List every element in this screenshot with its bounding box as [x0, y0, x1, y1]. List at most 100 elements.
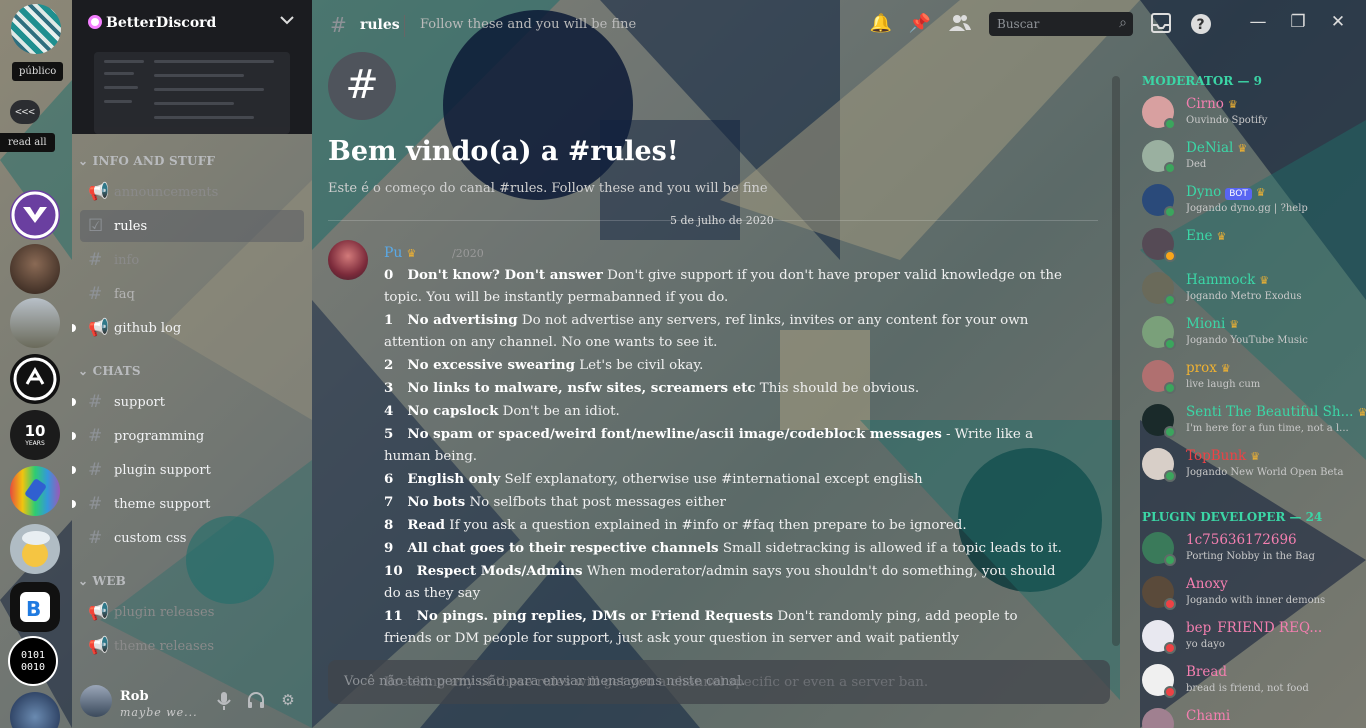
channel-info[interactable]: # info [80, 244, 304, 276]
category-label: WEB [92, 574, 127, 588]
status-indicator [1164, 118, 1176, 130]
rule-title: No links to malware, nsfw sites, screame… [407, 380, 756, 396]
home-avatar[interactable] [11, 4, 61, 54]
server-icon[interactable]: B [10, 582, 60, 632]
rule-description: If you ask a question explained in #info… [449, 518, 967, 533]
category-info[interactable]: ⌄ INFO AND STUFF [78, 154, 215, 168]
channel-announcements[interactable]: 📢 announcements [80, 176, 304, 208]
collapse-servers-button[interactable]: <<< [10, 100, 40, 124]
member-item[interactable]: DeNial ♛ Ded [1142, 138, 1362, 180]
member-name-text: prox [1186, 360, 1217, 376]
ten-years-text: 10 [24, 422, 46, 440]
bell-icon[interactable]: 🔔 [869, 13, 893, 37]
member-item[interactable]: Bread bread is friend, not food [1142, 662, 1362, 704]
status-indicator [1164, 162, 1176, 174]
member-item[interactable]: Chami [1142, 706, 1362, 728]
member-activity: Jogando YouTube Music [1186, 335, 1308, 346]
rule-item: 8 Read If you ask a question explained in… [384, 514, 1064, 537]
server-icon[interactable] [10, 190, 60, 240]
member-name-text: Ene [1186, 228, 1213, 244]
category-web[interactable]: ⌄ WEB [78, 574, 126, 588]
server-icon[interactable] [10, 354, 60, 404]
channel-faq[interactable]: # faq [80, 278, 304, 310]
channel-label: github log [114, 320, 182, 336]
rule-title: Don't know? Don't answer [407, 267, 603, 283]
channel-label: plugin releases [114, 604, 215, 620]
chevron-down-icon[interactable] [280, 14, 294, 29]
channel-support[interactable]: # support [72, 386, 304, 418]
member-item[interactable]: TopBunk ♛ Jogando New World Open Beta [1142, 446, 1362, 488]
rule-title: No pings. ping replies, DMs or Friend Re… [416, 608, 774, 624]
member-item[interactable]: Anoxy Jogando with inner demons [1142, 574, 1362, 616]
avatar[interactable] [80, 685, 112, 717]
channel-theme-support[interactable]: # theme support [72, 488, 304, 520]
member-item[interactable]: Cirno ♛ Ouvindo Spotify [1142, 94, 1362, 136]
member-name: bep FRIEND REQ... [1186, 620, 1322, 636]
server-icon[interactable]: 10 YEARS [10, 410, 60, 460]
channel-topic[interactable]: Follow these and you will be fine [420, 17, 636, 32]
member-name-text: 1c75636172696 [1186, 532, 1297, 548]
role-header-moderator: MODERATOR — 9 [1142, 74, 1262, 88]
server-icon[interactable] [10, 466, 60, 516]
user-panel: Rob maybe we... ⚙ [72, 676, 312, 728]
read-all-button[interactable]: read all [0, 133, 55, 152]
pin-icon[interactable]: 📌 [908, 13, 932, 37]
category-chats[interactable]: ⌄ CHATS [78, 364, 141, 378]
bot-badge: BOT [1225, 188, 1252, 200]
message-input[interactable]: Você não tem permissão para enviar mensa… [328, 660, 1110, 704]
message-content: 0 Don't know? Don't answer Don't give sup… [384, 264, 1064, 694]
svg-text:B: B [26, 597, 41, 621]
channel-github-log[interactable]: 📢 github log [72, 312, 304, 344]
unread-indicator [72, 398, 76, 406]
status-indicator [1164, 206, 1176, 218]
member-item[interactable]: Mioni ♛ Jogando YouTube Music [1142, 314, 1362, 356]
member-name-text: Mioni [1186, 316, 1226, 332]
member-name: prox ♛ [1186, 360, 1231, 376]
microphone-icon[interactable] [214, 691, 234, 711]
headphones-icon[interactable] [246, 691, 266, 711]
inbox-icon[interactable] [1149, 13, 1173, 37]
server-icon[interactable] [10, 244, 60, 294]
avatar[interactable] [1142, 708, 1174, 728]
server-icon[interactable] [10, 692, 60, 728]
member-item[interactable]: Dyno BOT ♛ Jogando dyno.gg | ?help [1142, 182, 1362, 224]
scrollbar[interactable] [1112, 76, 1120, 646]
rule-description: Let's be civil okay. [579, 358, 704, 373]
members-icon[interactable] [948, 13, 972, 37]
member-name-text: Senti The Beautiful Sh... [1186, 404, 1354, 420]
search-placeholder: Buscar [997, 17, 1040, 31]
help-icon[interactable]: ? [1189, 13, 1213, 37]
channel-custom-css[interactable]: # custom css [80, 522, 304, 554]
rule-title: Respect Mods/Admins [416, 563, 583, 579]
channel-plugin-support[interactable]: # plugin support [72, 454, 304, 486]
member-name: Ene ♛ [1186, 228, 1226, 244]
member-extra-status: FRIEND REQ... [1217, 620, 1323, 636]
divider [404, 15, 405, 37]
channel-rules[interactable]: ☑ rules [80, 210, 304, 242]
member-name: Dyno BOT ♛ [1186, 184, 1266, 200]
member-item[interactable]: 1c75636172696 Porting Nobby in the Bag [1142, 530, 1362, 572]
server-icon[interactable] [10, 298, 60, 348]
member-item[interactable]: Ene ♛ [1142, 226, 1362, 268]
crown-icon: ♛ [1255, 186, 1266, 199]
member-item[interactable]: Hammock ♛ Jogando Metro Exodus [1142, 270, 1362, 312]
channel-programming[interactable]: # programming [72, 420, 304, 452]
text-channel-icon: # [88, 426, 103, 446]
channel-plugin-releases[interactable]: 📢 plugin releases [80, 596, 304, 628]
message-author[interactable]: Pu ♛ [384, 245, 416, 261]
server-icon[interactable] [10, 524, 60, 574]
text-channel-icon: # [88, 284, 103, 304]
member-activity: Jogando New World Open Beta [1186, 467, 1344, 478]
search-input[interactable]: Buscar ⌕ [989, 12, 1133, 36]
member-item[interactable]: prox ♛ live laugh cum [1142, 358, 1362, 400]
guild-header[interactable]: BetterDiscord [72, 0, 312, 134]
avatar[interactable] [328, 240, 368, 280]
member-item[interactable]: Senti The Beautiful Sh... ♛ I'm here for a… [1142, 402, 1366, 444]
gear-icon[interactable]: ⚙ [278, 691, 298, 711]
text-channel-icon: # [88, 528, 103, 548]
channel-theme-releases[interactable]: 📢 theme releases [80, 630, 304, 662]
member-item[interactable]: bep FRIEND REQ... yo dayo [1142, 618, 1362, 660]
server-icon[interactable]: 0101 0010 [8, 636, 58, 686]
chevron-down-icon: ⌄ [78, 154, 93, 168]
text-channel-icon: # [88, 250, 103, 270]
